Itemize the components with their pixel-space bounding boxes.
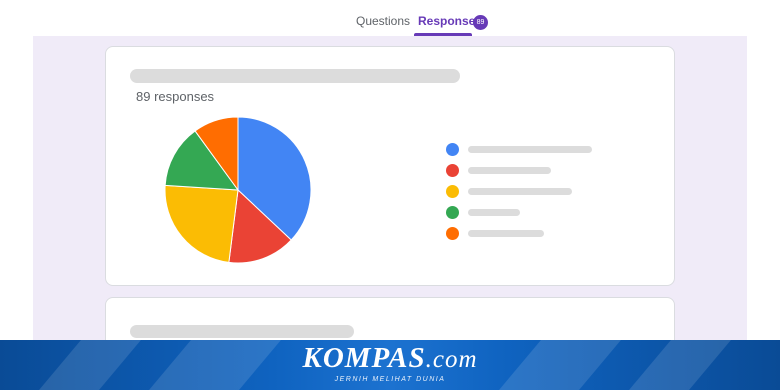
legend-label-placeholder <box>468 230 544 237</box>
question-title-placeholder <box>130 69 460 83</box>
legend-dot <box>446 227 459 240</box>
kompas-banner: KOMPAS.com JERNIH MELIHAT DUNIA <box>0 340 780 390</box>
legend-dot <box>446 164 459 177</box>
legend-dot <box>446 143 459 156</box>
pie-slice-2 <box>164 184 239 263</box>
kompas-logo: KOMPAS.com <box>0 342 780 375</box>
pie-chart <box>164 116 312 264</box>
legend-label-placeholder <box>468 209 520 216</box>
legend-label-placeholder <box>468 188 572 195</box>
brand-suffix: .com <box>425 346 478 373</box>
response-count: 89 responses <box>136 89 215 104</box>
brand-main: KOMPAS <box>302 342 426 374</box>
brand-tagline: JERNIH MELIHAT DUNIA <box>334 376 446 383</box>
question-summary-card: 89 responses <box>105 46 675 286</box>
legend-label-placeholder <box>468 146 592 153</box>
responses-count-badge: 89 <box>473 15 488 30</box>
tab-questions[interactable]: Questions <box>356 14 410 28</box>
legend-dot <box>446 206 459 219</box>
tab-bar: Questions Responses 89 <box>0 0 780 36</box>
legend-dot <box>446 185 459 198</box>
legend-label-placeholder <box>468 167 551 174</box>
question-title-placeholder <box>130 325 354 338</box>
